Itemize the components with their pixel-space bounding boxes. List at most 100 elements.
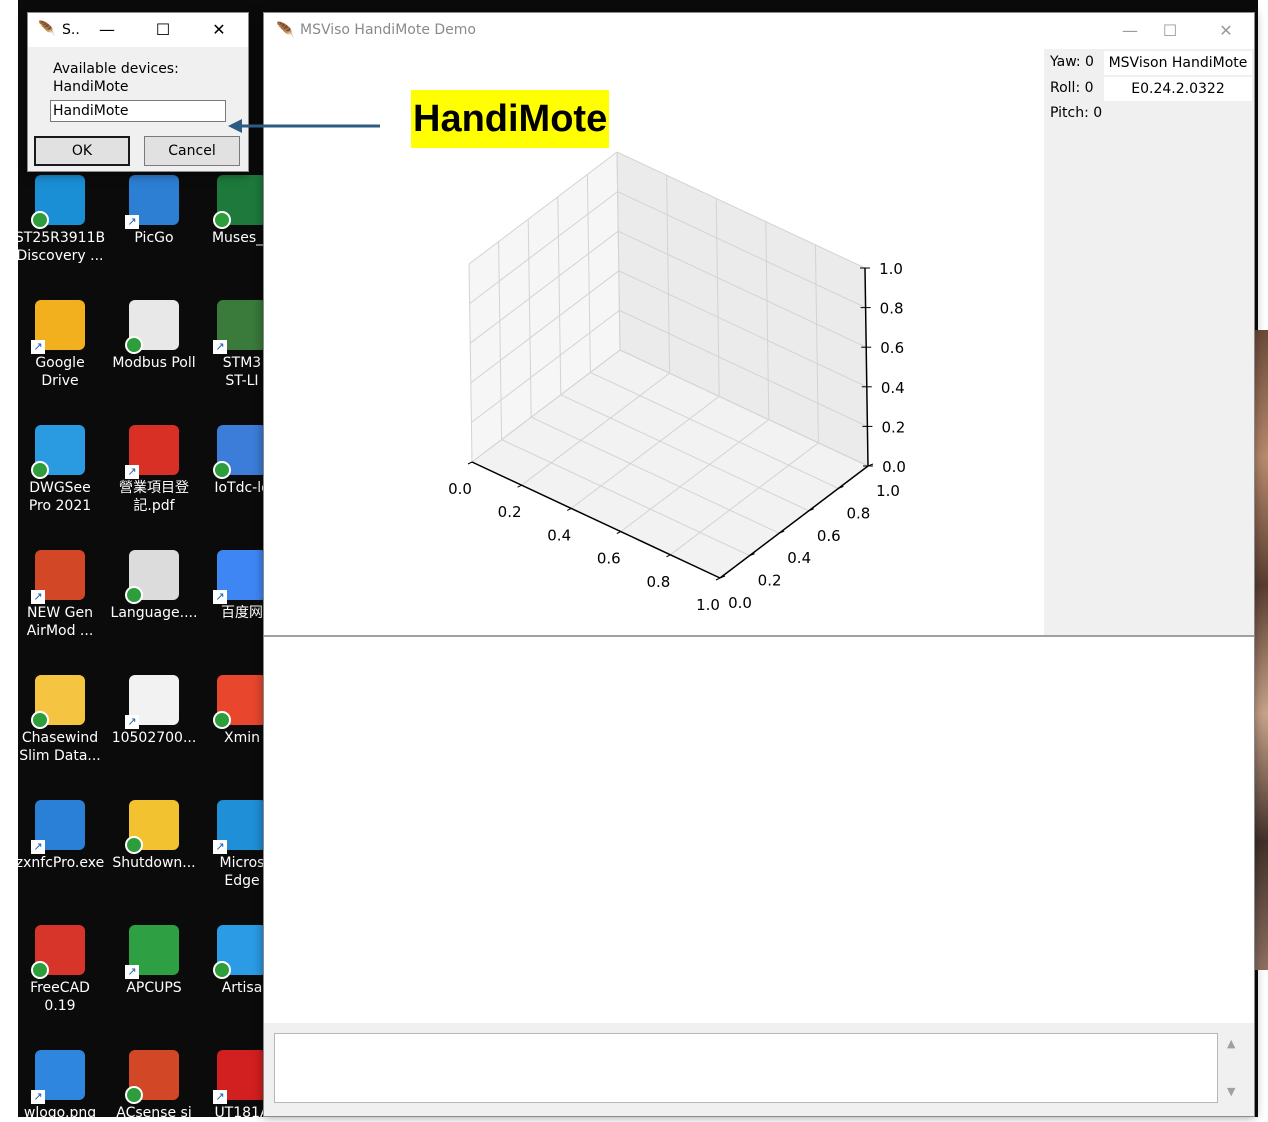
x-tick-label: 1.0 (696, 596, 720, 614)
device-name: MSVison HandiMote (1104, 51, 1252, 75)
app-icon: ↗ (31, 550, 85, 604)
app-icon (31, 925, 85, 979)
app-icon (125, 1050, 179, 1104)
sync-check-icon (31, 961, 49, 979)
cancel-button[interactable]: Cancel (144, 136, 240, 166)
x-tick (566, 507, 572, 511)
sync-check-icon (213, 211, 231, 229)
app-icon (31, 425, 85, 479)
desktop-icon-label: FreeCAD 0.19 (30, 980, 90, 1014)
desktop-icon[interactable]: ↗ 營業項目登 記.pdf (108, 425, 200, 515)
x-tick-label: 0.0 (448, 480, 472, 498)
app-icon (213, 175, 267, 229)
close-button[interactable]: ✕ (1206, 19, 1246, 43)
shortcut-arrow-icon: ↗ (213, 1090, 227, 1104)
firmware-version: E0.24.2.0322 (1104, 77, 1252, 101)
z-tick-label: 0.6 (880, 339, 904, 357)
pitch-label: Pitch: 0 (1050, 105, 1103, 121)
desktop-icon[interactable]: ↗ zxnfcPro.exe (14, 800, 106, 872)
desktop-icon-label: ST25R3911B Discovery ... (14, 230, 106, 264)
desktop-icon[interactable]: ↗ APCUPS (108, 925, 200, 997)
scroll-down-icon[interactable]: ▼ (1227, 1085, 1235, 1098)
desktop-icon-label: zxnfcPro.exe (15, 855, 105, 871)
x-tick (467, 461, 473, 465)
z-tick-label: 0.2 (881, 418, 905, 436)
sync-check-icon (125, 1086, 143, 1104)
desktop-icon[interactable]: Shutdown... (108, 800, 200, 872)
desktop-icon[interactable]: ↗ wlogo.png (14, 1050, 106, 1122)
dialog-minimize-button[interactable]: — (90, 19, 124, 41)
lower-canvas (264, 637, 1254, 1023)
sync-check-icon (125, 586, 143, 604)
device-input[interactable] (50, 100, 226, 122)
dialog-close-button[interactable]: ✕ (202, 19, 236, 41)
sync-check-icon (125, 336, 143, 354)
desktop-icon-label: Google Drive (35, 355, 85, 389)
desktop-icon-label: Language.... (110, 605, 198, 621)
dialog-titlebar[interactable]: 🪶 S.. — ☐ ✕ (28, 13, 248, 47)
app-icon: ↗ (125, 175, 179, 229)
plot-area[interactable]: 0.0 0.0 0.0 0.2 0.2 0.2 0.4 0.4 0.4 0.6 0.6 0.6 0.8 0… (264, 49, 1044, 635)
desktop-icon[interactable]: FreeCAD 0.19 (14, 925, 106, 1015)
device-name-label: HandiMote (53, 79, 129, 95)
desktop-icon[interactable]: Language.... (108, 550, 200, 622)
app-icon (213, 425, 267, 479)
x-tick-label: 0.4 (547, 526, 571, 544)
shortcut-arrow-icon: ↗ (31, 340, 45, 354)
main-window-title: MSViso HandiMote Demo (300, 22, 476, 38)
z-tick-label: 0.0 (882, 458, 906, 476)
y-tick-label: 0.8 (846, 504, 870, 522)
desktop-icon-label: PicGo (134, 230, 174, 246)
desktop-icon-label: ACsense si (116, 1105, 192, 1121)
app-icon (125, 550, 179, 604)
app-icon (125, 300, 179, 354)
main-window: 🪶 MSViso HandiMote Demo — ☐ ✕ 0.0 0.0 0.0 0… (263, 12, 1255, 1117)
z-tick-label: 0.4 (881, 379, 905, 397)
app-icon (125, 800, 179, 854)
desktop-icon[interactable]: Modbus Poll (108, 300, 200, 372)
shortcut-arrow-icon: ↗ (125, 715, 139, 729)
desktop-icon-label: wlogo.png (23, 1105, 97, 1121)
desktop-icon[interactable]: ↗ NEW Gen AirMod ... (14, 550, 106, 640)
y-tick-label: 1.0 (876, 482, 900, 500)
y-tick-label: 0.6 (817, 527, 841, 545)
annotation-label: HandiMote (411, 90, 610, 148)
sync-check-icon (125, 836, 143, 854)
app-icon (31, 675, 85, 729)
x-tick-label: 0.2 (498, 503, 522, 521)
scroll-up-icon[interactable]: ▲ (1227, 1037, 1235, 1050)
dialog-maximize-button[interactable]: ☐ (146, 19, 180, 41)
main-titlebar[interactable]: 🪶 MSViso HandiMote Demo — ☐ ✕ (264, 13, 1254, 49)
x-tick (517, 484, 522, 488)
desktop-icon[interactable]: Chasewind Slim Data... (14, 675, 106, 765)
device-select-dialog: 🪶 S.. — ☐ ✕ Available devices: HandiMote… (27, 12, 249, 172)
desktop-icon[interactable]: ST25R3911B Discovery ... (14, 175, 106, 265)
shortcut-arrow-icon: ↗ (213, 340, 227, 354)
yaw-label: Yaw: 0 (1050, 54, 1094, 70)
desktop-icon[interactable]: ↗ PicGo (108, 175, 200, 247)
feather-icon: 🪶 (38, 21, 56, 37)
desktop-icon[interactable]: ↗ 10502700... (108, 675, 200, 747)
3d-axes-chart[interactable]: 0.0 0.0 0.0 0.2 0.2 0.2 0.4 0.4 0.4 0.6 0.6 0.6 0.8 0… (264, 49, 1044, 635)
console-textbox[interactable] (274, 1033, 1218, 1103)
ok-button[interactable]: OK (34, 136, 130, 166)
sync-check-icon (213, 711, 231, 729)
roll-label: Roll: 0 (1050, 80, 1094, 96)
console-area: ▲ ▼ (264, 1023, 1254, 1116)
app-icon (213, 675, 267, 729)
desktop-icon[interactable]: ↗ Google Drive (14, 300, 106, 390)
sync-check-icon (31, 211, 49, 229)
desktop-icon[interactable]: ACsense si (108, 1050, 200, 1122)
app-icon: ↗ (31, 800, 85, 854)
desktop-icon-label: NEW Gen AirMod ... (26, 605, 94, 639)
shortcut-arrow-icon: ↗ (213, 590, 227, 604)
minimize-button[interactable]: — (1110, 19, 1150, 43)
desktop-icon[interactable]: DWGSee Pro 2021 (14, 425, 106, 515)
shortcut-arrow-icon: ↗ (125, 465, 139, 479)
console-scrollbar[interactable]: ▲ ▼ (1222, 1033, 1246, 1103)
shortcut-arrow-icon: ↗ (125, 215, 139, 229)
maximize-button[interactable]: ☐ (1150, 19, 1190, 43)
app-icon: ↗ (125, 425, 179, 479)
dialog-title: S.. (62, 22, 80, 38)
y-tick-label: 0.4 (787, 549, 811, 567)
